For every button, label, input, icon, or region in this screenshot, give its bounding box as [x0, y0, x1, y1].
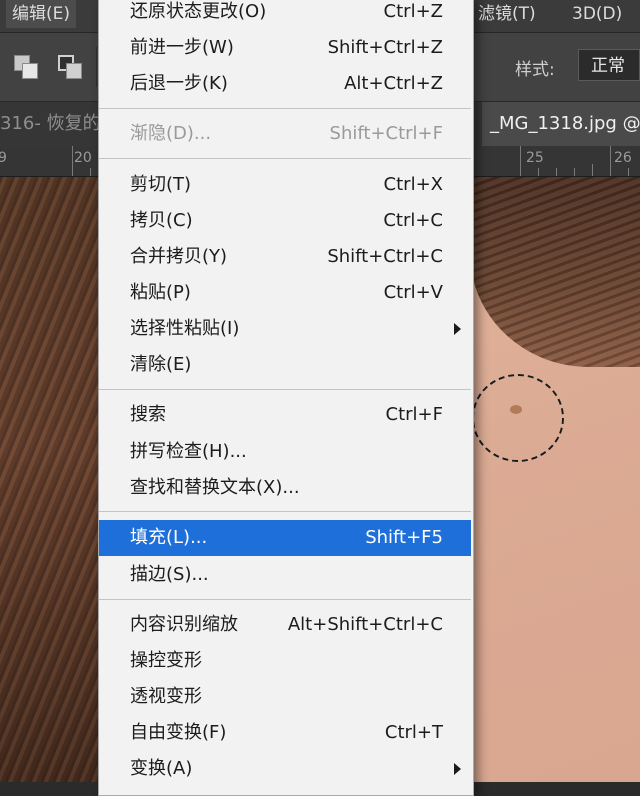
menu-item-spell-check[interactable]: 拼写检查(H)...	[99, 434, 471, 470]
menu-3d[interactable]: 3D(D)	[566, 0, 628, 28]
menu-item-clear[interactable]: 清除(E)	[99, 347, 471, 383]
menu-item-label: 操控变形	[130, 650, 202, 671]
menu-item-paste-special[interactable]: 选择性粘贴(I)	[99, 311, 471, 347]
menu-item-shortcut: Alt+Ctrl+Z	[344, 73, 443, 94]
document-tab-active[interactable]: _MG_1318.jpg @	[482, 102, 640, 146]
menu-item-label: 查找和替换文本(X)...	[130, 477, 300, 498]
ruler-label: 9	[0, 150, 7, 166]
submenu-arrow-icon	[454, 763, 461, 775]
document-tab-inactive[interactable]: 316- 恢复的	[0, 102, 101, 146]
menu-item-label: 前进一步(W)	[130, 37, 234, 58]
style-label: 样式:	[515, 60, 555, 80]
style-select[interactable]: 正常	[578, 49, 640, 81]
menu-separator	[99, 511, 471, 512]
menu-item-label: 剪切(T)	[130, 174, 192, 195]
menu-item-copy[interactable]: 拷贝(C) Ctrl+C	[99, 203, 471, 239]
menu-item-shortcut: Ctrl+V	[383, 282, 443, 303]
menu-item-label: 拷贝(C)	[130, 210, 193, 231]
menu-item-shortcut: Ctrl+T	[384, 722, 443, 743]
menu-filter[interactable]: 滤镜(T)	[472, 0, 542, 28]
menu-item-label: 内容识别缩放	[130, 614, 238, 635]
menu-item-shortcut: Shift+Ctrl+F	[329, 123, 443, 144]
options-divider	[96, 47, 97, 87]
menu-item-label: 选择性粘贴(I)	[130, 318, 240, 339]
menu-item-fade[interactable]: 渐隐(D)... Shift+Ctrl+F	[99, 116, 471, 152]
elliptical-selection[interactable]	[472, 374, 564, 462]
ruler-label: 20	[74, 150, 92, 166]
menu-item-shortcut: Ctrl+C	[383, 210, 443, 231]
menu-item-shortcut: Ctrl+Z	[383, 1, 443, 22]
menu-item-content-aware-scale[interactable]: 内容识别缩放 Alt+Shift+Ctrl+C	[99, 607, 471, 643]
menu-item-undo[interactable]: 还原状态更改(O) Ctrl+Z	[99, 0, 471, 30]
menu-item-label: 后退一步(K)	[130, 73, 228, 94]
new-selection-icon[interactable]	[14, 55, 38, 79]
menu-item-shortcut: Shift+Ctrl+C	[327, 246, 443, 267]
menu-item-find-replace[interactable]: 查找和替换文本(X)...	[99, 470, 471, 506]
menu-edit[interactable]: 编辑(E)	[6, 0, 77, 28]
menu-item-shortcut: Alt+Shift+Ctrl+C	[287, 614, 443, 635]
ruler-label: 26	[614, 150, 632, 166]
menu-item-label: 粘贴(P)	[130, 282, 191, 303]
ruler-label: 25	[526, 150, 544, 166]
add-to-selection-icon[interactable]	[58, 55, 82, 79]
menu-item-shortcut: Shift+Ctrl+Z	[327, 37, 443, 58]
menu-item-cut[interactable]: 剪切(T) Ctrl+X	[99, 167, 471, 203]
menu-item-step-backward[interactable]: 后退一步(K) Alt+Ctrl+Z	[99, 66, 471, 102]
menu-separator	[99, 108, 471, 109]
menu-item-stroke[interactable]: 描边(S)...	[99, 557, 471, 593]
menu-item-shortcut: Ctrl+F	[385, 404, 443, 425]
menu-item-label: 拼写检查(H)...	[130, 441, 247, 462]
menu-item-fill[interactable]: 填充(L)... Shift+F5	[99, 520, 471, 556]
menu-item-free-transform[interactable]: 自由变换(F) Ctrl+T	[99, 715, 471, 751]
menu-separator	[99, 158, 471, 159]
menu-item-search[interactable]: 搜索 Ctrl+F	[99, 397, 471, 433]
menu-item-label: 搜索	[130, 404, 166, 425]
menu-item-label: 自由变换(F)	[130, 722, 227, 743]
menu-item-label: 渐隐(D)...	[130, 123, 212, 144]
menu-separator	[99, 389, 471, 390]
menu-item-label: 合并拷贝(Y)	[130, 246, 228, 267]
submenu-arrow-icon	[454, 323, 461, 335]
menu-separator	[99, 599, 471, 600]
menu-item-shortcut: Ctrl+X	[383, 174, 443, 195]
menu-item-label: 描边(S)...	[130, 564, 209, 585]
photo-hair-region	[0, 177, 110, 782]
menu-item-shortcut: Shift+F5	[365, 527, 443, 548]
menu-item-label: 清除(E)	[130, 354, 192, 375]
menu-item-copy-merged[interactable]: 合并拷贝(Y) Shift+Ctrl+C	[99, 239, 471, 275]
menu-item-label: 还原状态更改(O)	[130, 1, 267, 22]
menu-item-label: 填充(L)...	[130, 527, 208, 548]
menu-item-puppet-warp[interactable]: 操控变形	[99, 643, 471, 679]
menu-item-perspective-warp[interactable]: 透视变形	[99, 679, 471, 715]
menu-item-paste[interactable]: 粘贴(P) Ctrl+V	[99, 275, 471, 311]
menu-item-step-forward[interactable]: 前进一步(W) Shift+Ctrl+Z	[99, 30, 471, 66]
edit-menu-dropdown: 还原状态更改(O) Ctrl+Z 前进一步(W) Shift+Ctrl+Z 后退…	[98, 0, 474, 796]
menu-item-label: 透视变形	[130, 686, 202, 707]
